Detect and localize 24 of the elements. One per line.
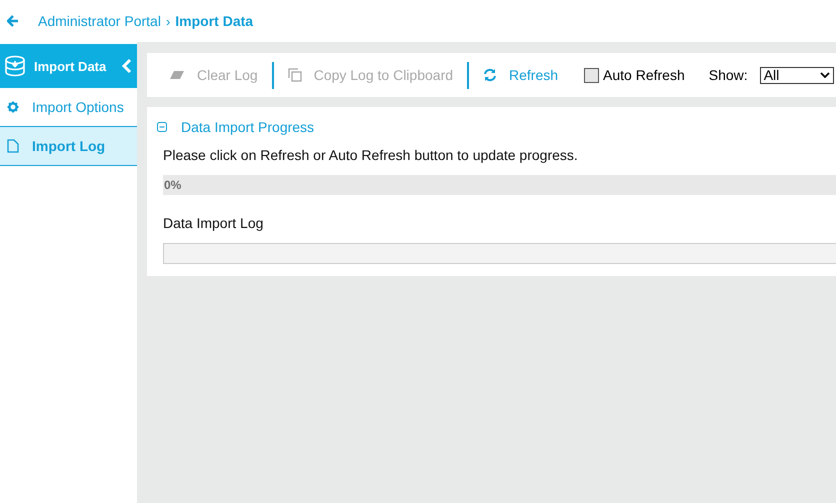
eraser-icon <box>169 70 185 80</box>
auto-refresh-checkbox[interactable] <box>584 68 600 82</box>
progress-label: 0% <box>164 178 182 192</box>
refresh-icon <box>483 68 498 82</box>
progress-message: Please click on Refresh or Auto Refresh button to update progress. <box>163 147 579 163</box>
sidebar-item[interactable]: Import Log <box>0 127 137 166</box>
collapse-icon[interactable] <box>157 122 167 132</box>
gear-icon <box>7 101 19 113</box>
database-icon <box>4 55 26 77</box>
sidebar-title: Import Data <box>34 58 108 74</box>
show-dropdown[interactable]: All <box>760 66 834 84</box>
document-icon <box>7 139 19 153</box>
breadcrumb-current: Import Data <box>175 13 254 29</box>
collapse-chevron-icon[interactable] <box>122 58 132 74</box>
breadcrumb-separator: › <box>166 14 170 28</box>
copy-icon <box>288 68 302 82</box>
auto-refresh-label: Auto Refresh <box>603 67 685 83</box>
chevron-down-icon <box>820 72 830 78</box>
log-label: Data Import Log <box>163 215 264 231</box>
section-title: Data Import Progress <box>181 119 314 135</box>
show-label: Show: <box>708 67 748 83</box>
breadcrumb-link[interactable]: Administrator Portal <box>38 13 161 29</box>
back-arrow-icon[interactable] <box>7 15 19 27</box>
toolbar-button[interactable]: Refresh <box>483 67 558 83</box>
